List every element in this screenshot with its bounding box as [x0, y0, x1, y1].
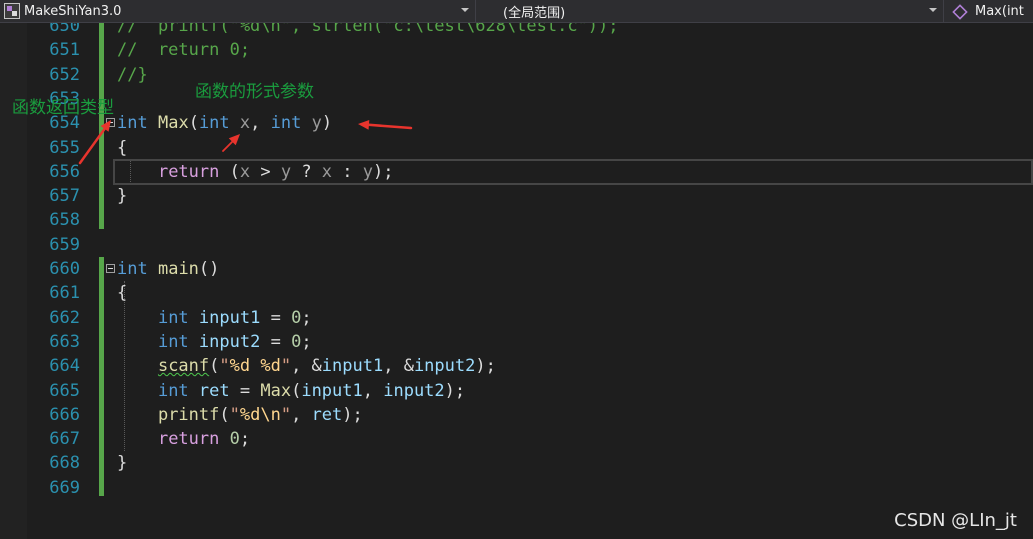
annotation-arrowhead: [100, 120, 111, 132]
scope-label: (全局范围): [503, 5, 566, 21]
annotation-arrowhead: [358, 119, 370, 130]
scope-dropdown[interactable]: (全局范围): [477, 0, 944, 22]
chevron-down-icon[interactable]: [929, 8, 937, 12]
chevron-down-icon[interactable]: [461, 8, 469, 12]
member-dropdown[interactable]: Max(int: [945, 0, 1033, 22]
watermark: CSDN @LIn_jt: [894, 510, 1017, 531]
annotation-arrow: [363, 123, 413, 130]
project-icon: [4, 3, 20, 19]
code-editor[interactable]: 650// printf("%d\n", strlen("c:\test\628…: [0, 23, 1033, 539]
method-icon: [951, 3, 967, 19]
project-dropdown[interactable]: MakeShiYan3.0: [0, 0, 476, 22]
member-label: Max(int: [975, 3, 1024, 19]
arrow-icon: [78, 119, 413, 165]
annotation-arrow: [78, 124, 109, 165]
project-name: MakeShiYan3.0: [24, 3, 122, 19]
navigation-bar: MakeShiYan3.0 (全局范围) Max(int: [0, 0, 1033, 23]
